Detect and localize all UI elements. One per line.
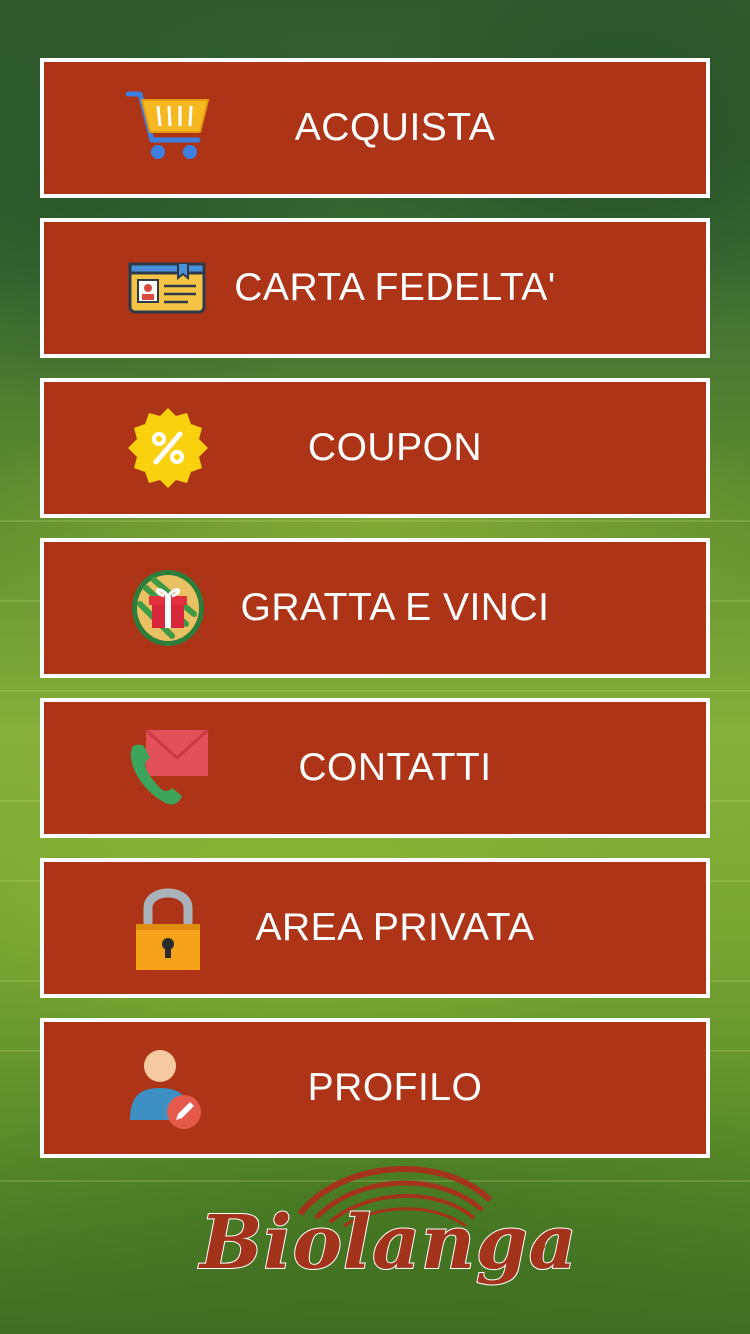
main-menu: ACQUISTA CARTA FEDELTA' COUPON GRATTA E … [40,58,710,1178]
gift-scratch-icon [124,564,212,652]
user-edit-icon [124,1044,212,1132]
menu-button-coupon[interactable]: COUPON [40,378,710,518]
menu-button-contatti[interactable]: CONTATTI [40,698,710,838]
menu-button-gratta-e-vinci[interactable]: GRATTA E VINCI [40,538,710,678]
logo-text: Biolanga [199,1199,578,1287]
phone-mail-icon [124,724,212,812]
shopping-cart-icon [124,84,212,172]
registered-mark: ® [536,1238,546,1253]
menu-button-carta-fedelta[interactable]: CARTA FEDELTA' [40,218,710,358]
menu-button-area-privata[interactable]: AREA PRIVATA [40,858,710,998]
menu-button-profilo[interactable]: PROFILO [40,1018,710,1158]
menu-button-acquista[interactable]: ACQUISTA [40,58,710,198]
loyalty-card-icon [124,244,212,332]
padlock-icon [124,884,212,972]
percent-badge-icon [124,404,212,492]
biolanga-logo: Biolanga ® [190,1152,578,1322]
